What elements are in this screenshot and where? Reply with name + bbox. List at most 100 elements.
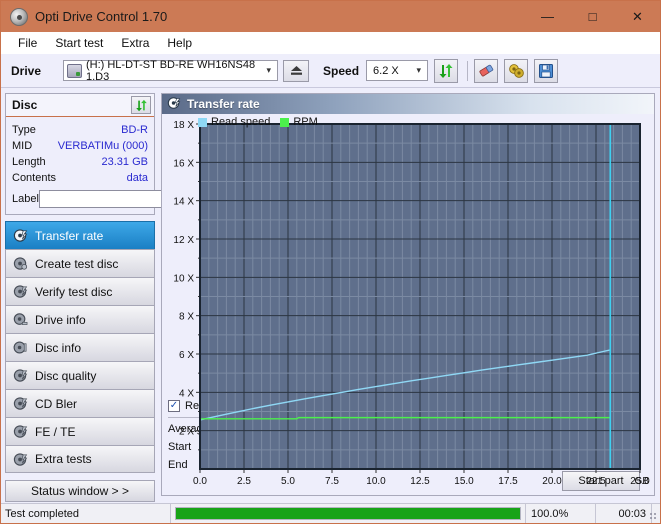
progress-track (175, 507, 521, 520)
speed-select-value: 6.2 X (373, 64, 399, 77)
title-bar: Opti Drive Control 1.70 — □ ✕ (1, 1, 660, 32)
status-bar: Test completed 100.0% 00:03 (1, 503, 660, 523)
sidebar-item-extra-tests[interactable]: Extra tests (5, 445, 155, 473)
maximize-button[interactable]: □ (570, 1, 615, 32)
legend-swatch-read-speed (198, 117, 207, 127)
svg-text:10.0: 10.0 (366, 476, 386, 487)
disc-test-icon (13, 228, 28, 243)
sidebar-item-create-test-disc[interactable]: Create test disc (5, 249, 155, 277)
transfer-rate-panel: Transfer rate Read speed RPM 2 X 4 X 6 X 8 … (161, 93, 655, 496)
sidebar-item-disc-info[interactable]: Disc info (5, 333, 155, 361)
save-button[interactable] (534, 58, 559, 83)
sidebar-item-label: Transfer rate (35, 228, 104, 243)
disc-row-mid: MID VERBATIMu (000) (12, 138, 148, 154)
disc-row-value: VERBATIMu (000) (57, 140, 148, 152)
disc-row-key: Contents (12, 172, 57, 184)
status-message: Test completed (1, 504, 171, 523)
disc-test-icon (13, 424, 28, 439)
svg-text:10 X: 10 X (173, 273, 194, 284)
svg-text:GB: GB (635, 476, 650, 487)
svg-text:22.5: 22.5 (586, 476, 606, 487)
menu-item-help[interactable]: Help (158, 33, 201, 53)
disc-row-key: Type (12, 124, 36, 136)
main-area: Disc Type BD-R MID VERBATIMu (000) Lengt… (1, 88, 660, 502)
disc-row-contents: Contents data (12, 170, 148, 186)
plot-area: 2 X 4 X 6 X 8 X 10 X 12 X 14 X 16 X 18 X 0.0 2.5 5.… (162, 114, 654, 487)
legend-label-rpm: RPM (293, 116, 318, 128)
svg-text:15.0: 15.0 (454, 476, 474, 487)
save-icon (539, 63, 554, 78)
svg-text:16 X: 16 X (173, 158, 194, 169)
sidebar-item-label: Disc info (35, 340, 82, 355)
sidebar-item-fe-te[interactable]: FE / TE (5, 417, 155, 445)
tools-button[interactable] (504, 58, 529, 83)
svg-text:7.5: 7.5 (325, 476, 339, 487)
sidebar-item-label: Extra tests (35, 452, 92, 466)
chart-title: Transfer rate (187, 97, 260, 111)
legend-swatch-rpm (280, 117, 290, 127)
sidebar-item-transfer-rate[interactable]: Transfer rate (5, 221, 155, 249)
minimize-button[interactable]: — (525, 1, 570, 32)
svg-text:17.5: 17.5 (498, 476, 518, 487)
disc-test-icon (13, 256, 28, 271)
svg-text:0.0: 0.0 (193, 476, 207, 487)
svg-text:5.0: 5.0 (281, 476, 295, 487)
disc-refresh-button[interactable] (131, 96, 151, 114)
status-window-button[interactable]: Status window > > (5, 480, 155, 502)
left-panel: Disc Type BD-R MID VERBATIMu (000) Lengt… (1, 88, 209, 502)
drive-select-value: (H:) HL-DT-ST BD-RE WH16NS48 1.D3 (85, 58, 256, 83)
eraser-icon (478, 64, 493, 77)
elapsed-time: 00:03 (596, 504, 652, 523)
disc-test-icon (13, 284, 28, 299)
sidebar-item-verify-test-disc[interactable]: Verify test disc (5, 277, 155, 305)
chevron-down-icon: ▾ (266, 65, 272, 75)
disc-test-icon (167, 96, 181, 113)
refresh-button[interactable] (434, 58, 459, 83)
menu-item-extra[interactable]: Extra (112, 33, 158, 53)
sidebar-item-label: Disc quality (35, 368, 97, 383)
svg-text:12.5: 12.5 (410, 476, 430, 487)
resize-grip[interactable] (650, 504, 660, 523)
sidebar-nav: Transfer rate Create test disc Verify te… (5, 221, 155, 473)
disc-test-icon (13, 452, 28, 467)
menu-item-file[interactable]: File (9, 33, 46, 53)
chart-legend: Read speed RPM (198, 116, 318, 128)
drive-icon (67, 63, 82, 78)
refresh-icon (439, 63, 453, 78)
progress-percent: 100.0% (526, 504, 596, 523)
sidebar-item-drive-info[interactable]: Drive info (5, 305, 155, 333)
speed-select[interactable]: 6.2 X ▾ (366, 60, 429, 81)
progress-bar (171, 504, 526, 523)
tools-icon (508, 63, 524, 78)
disc-test-icon (13, 312, 28, 327)
disc-row-key: Length (12, 156, 46, 168)
disc-row-type: Type BD-R (12, 122, 148, 138)
disc-test-icon (13, 396, 28, 411)
svg-text:8 X: 8 X (179, 312, 194, 323)
sidebar-item-disc-quality[interactable]: Disc quality (5, 361, 155, 389)
sidebar-item-label: CD Bler (35, 396, 78, 411)
svg-text:18 X: 18 X (173, 120, 194, 131)
close-button[interactable]: ✕ (615, 1, 660, 32)
sidebar-item-label: Drive info (35, 312, 86, 327)
chevron-down-icon: ▾ (416, 65, 422, 75)
progress-fill (176, 508, 520, 519)
svg-text:20.0: 20.0 (542, 476, 562, 487)
disc-row-value: BD-R (121, 124, 148, 136)
toolbar-separator (467, 60, 469, 81)
disc-panel-title: Disc (12, 98, 38, 112)
erase-button[interactable] (474, 58, 499, 83)
svg-text:12 X: 12 X (173, 235, 194, 246)
app-icon (10, 7, 28, 26)
legend-label-read-speed: Read speed (211, 116, 271, 128)
drive-select[interactable]: (H:) HL-DT-ST BD-RE WH16NS48 1.D3 ▾ (63, 58, 279, 83)
speed-label: Speed (323, 63, 360, 78)
sidebar-item-label: FE / TE (35, 424, 76, 439)
chart-body: Read speed RPM 2 X 4 X 6 X 8 X 10 X 12 X 14 X 1… (162, 114, 654, 487)
disc-row-length: Length 23.31 GB (12, 154, 148, 170)
eject-button[interactable] (283, 59, 310, 82)
chart-header: Transfer rate (162, 94, 654, 114)
sidebar-item-cd-bler[interactable]: CD Bler (5, 389, 155, 417)
svg-text:2.5: 2.5 (237, 476, 251, 487)
menu-item-start-test[interactable]: Start test (46, 33, 112, 53)
